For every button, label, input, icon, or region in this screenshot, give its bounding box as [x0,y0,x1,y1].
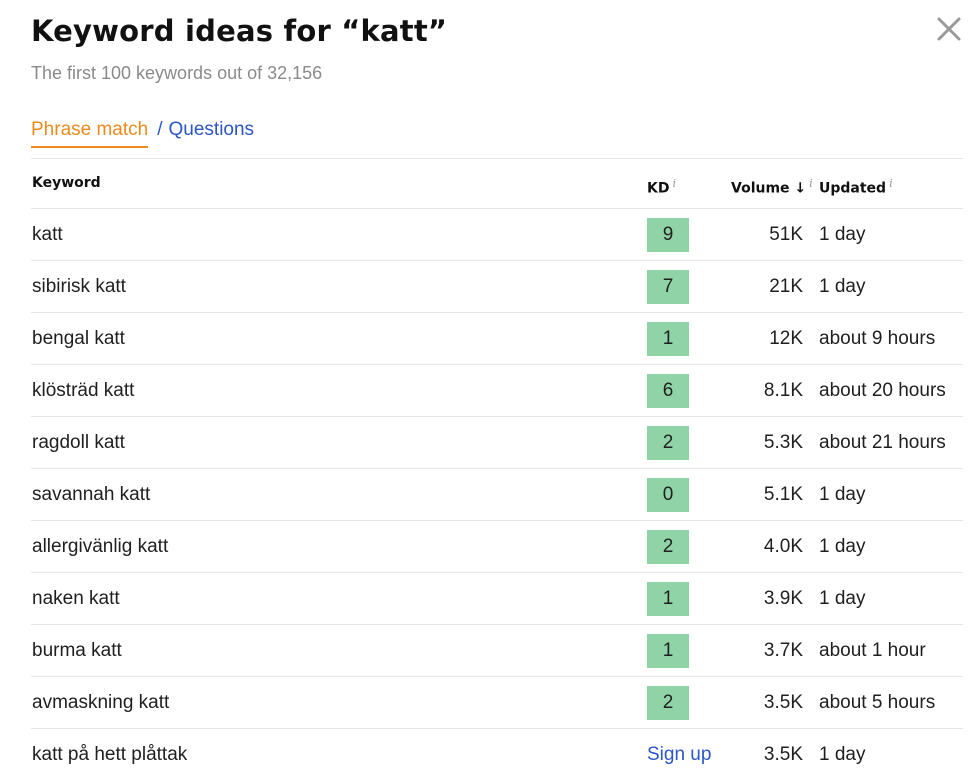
table-row: katt 9 51K 1 day [31,209,963,261]
kd-badge: 1 [647,322,689,356]
volume-cell: 8.1K [763,380,803,401]
table-row: ragdoll katt 2 5.3K about 21 hours [31,417,963,469]
modal-title: Keyword ideas for “katt” [31,14,448,48]
updated-cell: about 21 hours [819,432,946,453]
keyword-cell: katt [32,224,63,245]
info-icon[interactable]: i [889,177,893,190]
keyword-cell: savannah katt [32,484,151,505]
keyword-cell: burma katt [32,640,122,661]
keyword-cell: avmaskning katt [32,692,170,713]
kd-badge: 1 [647,582,689,616]
table-row: avmaskning katt 2 3.5K about 5 hours [31,677,963,729]
keyword-count-subtitle: The first 100 keywords out of 32,156 [31,63,323,83]
keyword-ideas-modal: Keyword ideas for “katt” The first 100 k… [0,0,980,780]
column-header-updated: Updated i [819,159,893,214]
tab-questions[interactable]: Questions [169,119,255,140]
updated-cell: 1 day [819,588,866,609]
keyword-cell: sibirisk katt [32,276,126,297]
table-row-locked: katt på hett plåttak Sign up 3.5K 1 day [31,729,963,780]
kd-badge: 0 [647,478,689,512]
volume-cell: 4.0K [763,536,803,557]
close-button[interactable] [935,15,963,43]
column-header-kd-label: KD [647,180,670,197]
updated-cell: 1 day [819,484,866,505]
kd-badge: 2 [647,530,689,564]
kd-badge: 2 [647,686,689,720]
volume-cell: 3.5K [763,744,803,765]
column-header-updated-label: Updated [819,180,887,197]
updated-cell: about 1 hour [819,640,926,661]
volume-cell: 51K [769,224,803,245]
updated-cell: about 9 hours [819,328,936,349]
updated-cell: 1 day [819,224,866,245]
tab-phrase-match[interactable]: Phrase match [31,119,149,148]
sign-up-link[interactable]: Sign up [647,729,711,780]
match-type-tabs: Phrase match / Questions [31,119,254,148]
column-header-volume-label: Volume [731,180,790,197]
volume-cell: 3.5K [763,692,803,713]
volume-cell: 5.1K [763,484,803,505]
kd-badge: 2 [647,426,689,460]
updated-cell: 1 day [819,536,866,557]
updated-cell: about 20 hours [819,380,946,401]
column-header-keyword-label: Keyword [32,175,101,191]
kd-badge: 1 [647,634,689,668]
keyword-cell: katt på hett plåttak [32,744,188,765]
updated-cell: about 5 hours [819,692,936,713]
kd-badge: 6 [647,374,689,408]
volume-cell: 5.3K [763,432,803,453]
info-icon[interactable]: i [672,177,676,190]
column-header-kd: KD i [647,159,676,214]
table-row: allergivänlig katt 2 4.0K 1 day [31,521,963,573]
keyword-cell: naken katt [32,588,120,609]
table-header: Keyword KD i Volume ↓ i Updated i [31,159,963,209]
info-icon[interactable]: i [809,177,813,190]
keyword-cell: bengal katt [32,328,125,349]
table-row: burma katt 1 3.7K about 1 hour [31,625,963,677]
volume-cell: 21K [769,276,803,297]
close-icon [937,17,961,41]
keyword-cell: klösträd katt [32,380,135,401]
table-row: klösträd katt 6 8.1K about 20 hours [31,365,963,417]
keyword-table-body: katt 9 51K 1 day sibirisk katt 7 21K 1 d… [31,209,963,780]
column-header-keyword: Keyword [32,159,101,208]
column-header-volume[interactable]: Volume ↓ i [731,159,813,214]
kd-badge: 9 [647,218,689,252]
volume-cell: 3.7K [763,640,803,661]
table-row: bengal katt 1 12K about 9 hours [31,313,963,365]
keyword-cell: allergivänlig katt [32,536,169,557]
arrow-down-icon: ↓ [794,180,807,197]
updated-cell: 1 day [819,276,866,297]
updated-cell: 1 day [819,744,866,765]
volume-cell: 3.9K [763,588,803,609]
table-row: naken katt 1 3.9K 1 day [31,573,963,625]
table-row: savannah katt 0 5.1K 1 day [31,469,963,521]
tab-separator: / [157,119,163,140]
kd-badge: 7 [647,270,689,304]
keyword-cell: ragdoll katt [32,432,125,453]
volume-cell: 12K [769,328,803,349]
table-row: sibirisk katt 7 21K 1 day [31,261,963,313]
